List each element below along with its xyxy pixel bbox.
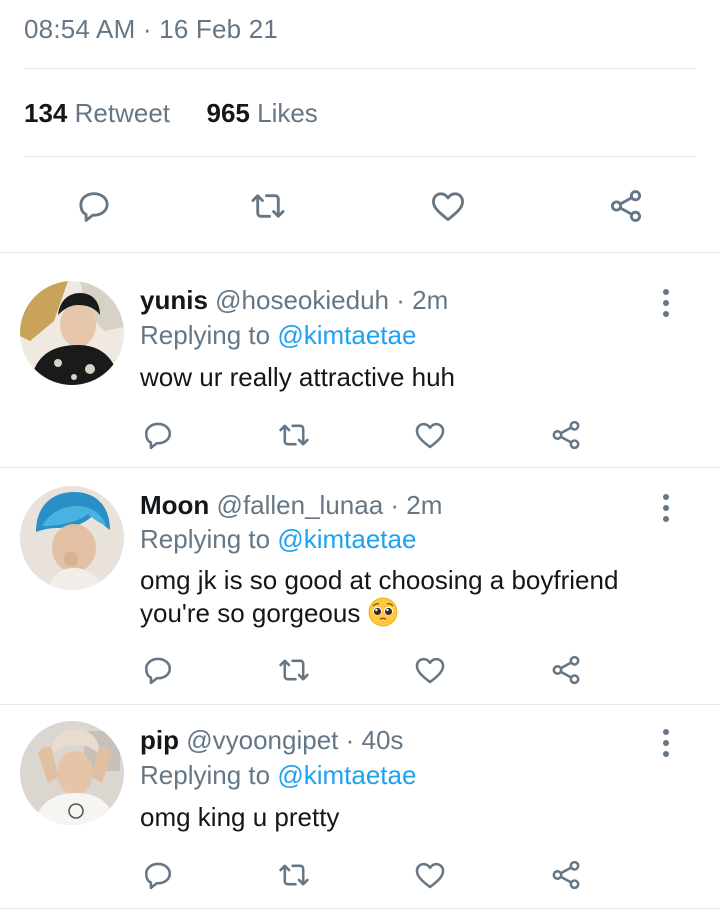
more-options-button[interactable] — [652, 490, 680, 526]
retweet-icon — [279, 424, 309, 446]
avatar[interactable] — [20, 721, 124, 825]
retweet-button[interactable] — [272, 413, 316, 457]
avatar[interactable] — [20, 281, 124, 385]
display-name[interactable]: pip — [140, 725, 179, 755]
reply-tweet[interactable]: pip @vyoongipet · 40s Replying to @kimta… — [0, 705, 720, 910]
reply-header: pip @vyoongipet · 40s — [140, 725, 403, 756]
like-button[interactable] — [408, 648, 452, 692]
reply-button[interactable] — [136, 648, 180, 692]
reply-tweet[interactable]: yunis @hoseokieduh · 2m Replying to @kim… — [0, 253, 720, 467]
reply-time: · 40s — [345, 725, 404, 755]
retweet-icon — [279, 864, 309, 886]
retweet-icon — [279, 659, 309, 681]
reply-text: omg jk is so good at choosing a boyfrien… — [140, 564, 700, 630]
mention-link[interactable]: @kimtaetae — [277, 320, 416, 350]
reply-header: yunis @hoseokieduh · 2m — [140, 285, 448, 316]
reply-button[interactable] — [136, 413, 180, 457]
reply-icon — [144, 657, 172, 685]
pleading-face-emoji-icon — [368, 597, 397, 627]
like-icon — [415, 862, 445, 889]
like-button[interactable] — [408, 413, 452, 457]
retweet-label[interactable]: Retweet — [75, 98, 170, 128]
reply-text: omg king u pretty — [140, 802, 340, 832]
reply-text: wow ur really attractive huh — [140, 362, 456, 392]
reply-icon — [144, 422, 172, 450]
share-icon — [552, 420, 580, 450]
like-count[interactable]: 965 — [206, 98, 249, 128]
share-button[interactable] — [604, 184, 648, 228]
retweet-count[interactable]: 134 — [24, 98, 67, 128]
like-label[interactable]: Likes — [257, 98, 318, 128]
reply-time: · 2m — [390, 490, 443, 520]
share-icon — [552, 655, 580, 685]
divider — [0, 908, 720, 909]
user-handle[interactable]: @hoseokieduh — [215, 285, 389, 315]
reply-tweet[interactable]: Moon @fallen_lunaa · 2m Replying to @kim… — [0, 468, 720, 704]
mention-link[interactable]: @kimtaetae — [277, 524, 416, 554]
tweet-timestamp: 08:54 AM · 16 Feb 21 — [24, 14, 279, 44]
avatar[interactable] — [20, 486, 124, 590]
more-options-button[interactable] — [652, 285, 680, 321]
share-button[interactable] — [544, 648, 588, 692]
retweet-button[interactable] — [272, 853, 316, 897]
user-handle[interactable]: @fallen_lunaa — [217, 490, 384, 520]
replying-to: Replying to @kimtaetae — [140, 320, 417, 350]
retweet-button[interactable] — [272, 648, 316, 692]
reply-text-line: you're so gorgeous — [140, 597, 700, 630]
replying-to: Replying to @kimtaetae — [140, 760, 417, 790]
divider — [24, 156, 696, 157]
tweet-action-bar — [0, 176, 720, 238]
more-icon — [663, 494, 669, 500]
retweet-button[interactable] — [246, 184, 290, 228]
more-icon — [663, 289, 669, 295]
like-icon — [432, 192, 464, 221]
like-button[interactable] — [426, 184, 470, 228]
user-handle[interactable]: @vyoongipet — [186, 725, 338, 755]
replying-to: Replying to @kimtaetae — [140, 524, 417, 554]
tweet-stats: 134 Retweet 965 Likes — [24, 98, 318, 129]
mention-link[interactable]: @kimtaetae — [277, 760, 416, 790]
reply-button[interactable] — [136, 853, 180, 897]
reply-text-line: omg jk is so good at choosing a boyfrien… — [140, 565, 619, 595]
share-icon — [610, 190, 642, 222]
like-icon — [415, 657, 445, 684]
reply-icon — [144, 862, 172, 890]
retweet-icon — [251, 194, 285, 218]
divider — [24, 68, 696, 69]
reply-time: · 2m — [396, 285, 449, 315]
like-icon — [415, 422, 445, 449]
share-button[interactable] — [544, 413, 588, 457]
more-options-button[interactable] — [652, 725, 680, 761]
more-icon — [663, 729, 669, 735]
display-name[interactable]: yunis — [140, 285, 208, 315]
share-button[interactable] — [544, 853, 588, 897]
share-icon — [552, 860, 580, 890]
reply-icon — [79, 192, 109, 222]
reply-button[interactable] — [72, 184, 116, 228]
display-name[interactable]: Moon — [140, 490, 209, 520]
like-button[interactable] — [408, 853, 452, 897]
reply-header: Moon @fallen_lunaa · 2m — [140, 490, 442, 521]
